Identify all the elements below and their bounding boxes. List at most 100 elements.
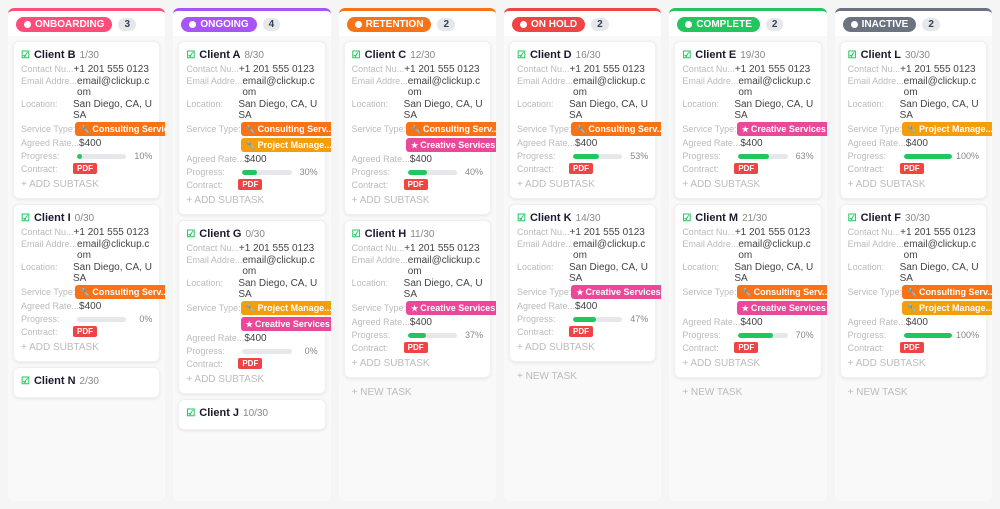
add-subtask-button[interactable]: + ADD SUBTASK	[186, 371, 317, 386]
column-label-onboarding: ONBOARDING	[16, 17, 112, 32]
card-field: Email Addre...email@clickup.com	[186, 76, 317, 98]
card-title-inactive-1: ☑Client F30/30	[848, 212, 979, 224]
column-count-inactive: 2	[922, 18, 940, 31]
card-field: Contact Nu...+1 201 555 0123	[186, 64, 317, 75]
add-subtask-button[interactable]: + ADD SUBTASK	[682, 355, 813, 370]
cards-area-onboarding: ☑Client B1/30 Contact Nu...+1 201 555 012…	[8, 36, 165, 501]
pdf-badge[interactable]: PDF	[734, 163, 758, 174]
service-tag: 🔧Project Manage...	[902, 301, 992, 315]
card-ongoing-2[interactable]: ☑Client J10/30	[178, 399, 325, 430]
card-title-onboarding-0: ☑Client B1/30	[21, 49, 152, 61]
card-field: Agreed Rate...$400	[186, 333, 317, 344]
card-onhold-1[interactable]: ☑Client K14/30Contact Nu...+1 201 555 01…	[509, 204, 656, 362]
column-header-complete: COMPLETE 2	[669, 11, 826, 36]
service-field: Service Type:🔧Consulting Services	[21, 122, 152, 136]
pdf-badge[interactable]: PDF	[404, 179, 428, 190]
card-inactive-0[interactable]: ☑Client L30/30Contact Nu...+1 201 555 01…	[840, 41, 987, 199]
card-title-ongoing-1: ☑Client G0/30	[186, 228, 317, 240]
pdf-badge[interactable]: PDF	[73, 163, 97, 174]
progress-row: Progress:100%	[848, 330, 979, 340]
column-header-onboarding: ONBOARDING3	[8, 11, 165, 36]
pdf-badge[interactable]: PDF	[900, 342, 924, 353]
card-onboarding-1[interactable]: ☑Client I0/30Contact Nu...+1 201 555 012…	[13, 204, 160, 362]
add-subtask-button[interactable]: + ADD SUBTASK	[682, 176, 813, 191]
card-title-complete-1: ☑Client M21/30	[682, 212, 813, 224]
pdf-badge[interactable]: PDF	[569, 326, 593, 337]
new-task-button-inactive[interactable]: + NEW TASK	[840, 383, 987, 402]
card-retention-0[interactable]: ☑Client C12/30Contact Nu...+1 201 555 01…	[344, 41, 491, 215]
add-subtask-button[interactable]: + ADD SUBTASK	[517, 339, 648, 354]
card-onboarding-2[interactable]: ☑Client N2/30	[13, 367, 160, 398]
card-field: Email Addre...email@clickup.com	[848, 76, 979, 98]
new-task-button-complete[interactable]: + NEW TASK	[674, 383, 821, 402]
card-complete-0[interactable]: ☑Client E19/30Contact Nu...+1 201 555 01…	[674, 41, 821, 199]
column-onhold: ON HOLD2☑Client D16/30Contact Nu...+1 20…	[504, 8, 661, 501]
column-ongoing: ONGOING4☑Client A8/30Contact Nu...+1 201…	[173, 8, 330, 501]
card-ongoing-0[interactable]: ☑Client A8/30Contact Nu...+1 201 555 012…	[178, 41, 325, 215]
pdf-badge[interactable]: PDF	[238, 358, 262, 369]
new-task-button-retention[interactable]: + NEW TASK	[344, 383, 491, 402]
add-subtask-button[interactable]: + ADD SUBTASK	[21, 339, 152, 354]
service-tag: 🔧Consulting Serv...	[737, 285, 827, 299]
card-field: Contact Nu...+1 201 555 0123	[517, 227, 648, 238]
card-field: Email Addre...email@clickup.com	[352, 76, 483, 98]
card-inactive-1[interactable]: ☑Client F30/30Contact Nu...+1 201 555 01…	[840, 204, 987, 378]
cards-area-onhold: ☑Client D16/30Contact Nu...+1 201 555 01…	[504, 36, 661, 501]
column-count-retention: 2	[437, 18, 455, 31]
add-subtask-button[interactable]: + ADD SUBTASK	[352, 192, 483, 207]
pdf-badge[interactable]: PDF	[238, 179, 262, 190]
new-task-button-onhold[interactable]: + NEW TASK	[509, 367, 656, 386]
card-title-onboarding-2: ☑Client N2/30	[21, 375, 152, 387]
column-complete: COMPLETE 2 ☑Client E19/30Contact Nu...+1 2…	[669, 8, 826, 501]
contract-row: Contract:PDF	[352, 179, 483, 190]
contract-row: Contract:PDF	[352, 342, 483, 353]
column-count-ongoing: 4	[263, 18, 281, 31]
add-subtask-button[interactable]: + ADD SUBTASK	[848, 355, 979, 370]
card-field: Contact Nu...+1 201 555 0123	[352, 243, 483, 254]
card-onboarding-0[interactable]: ☑Client B1/30 Contact Nu...+1 201 555 012…	[13, 41, 160, 199]
column-label-complete: COMPLETE	[677, 17, 760, 32]
card-field: Location:San Diego, CA, USA	[682, 99, 813, 121]
card-field: Contact Nu...+1 201 555 0123	[352, 64, 483, 75]
pdf-badge[interactable]: PDF	[404, 342, 428, 353]
card-field: Email Addre...email@clickup.com	[848, 239, 979, 261]
service-field: Service Type:🔧Project Manage...★Creative…	[186, 301, 317, 331]
contract-row: Contract:PDF	[21, 163, 152, 174]
card-field: Agreed Rate...$400	[352, 317, 483, 328]
pdf-badge[interactable]: PDF	[73, 326, 97, 337]
cards-area-inactive: ☑Client L30/30Contact Nu...+1 201 555 01…	[835, 36, 992, 501]
card-field: Agreed Rate...$400	[848, 138, 979, 149]
card-title-ongoing-2: ☑Client J10/30	[186, 407, 317, 419]
card-field: Agreed Rate...$400	[21, 138, 152, 149]
card-field: Agreed Rate...$400	[352, 154, 483, 165]
card-onhold-0[interactable]: ☑Client D16/30Contact Nu...+1 201 555 01…	[509, 41, 656, 199]
service-field: Service Type:🔧Consulting Serv...	[21, 285, 152, 299]
service-field: Service Type:★Creative Services	[682, 122, 813, 136]
cards-area-ongoing: ☑Client A8/30Contact Nu...+1 201 555 012…	[173, 36, 330, 501]
service-tag: 🔧Project Manage...	[241, 138, 331, 152]
pdf-badge[interactable]: PDF	[900, 163, 924, 174]
cards-area-complete: ☑Client E19/30Contact Nu...+1 201 555 01…	[669, 36, 826, 501]
pdf-badge[interactable]: PDF	[569, 163, 593, 174]
add-subtask-button[interactable]: + ADD SUBTASK	[186, 192, 317, 207]
column-header-inactive: INACTIVE2	[835, 11, 992, 36]
card-field: Agreed Rate...$400	[21, 301, 152, 312]
card-ongoing-1[interactable]: ☑Client G0/30Contact Nu...+1 201 555 012…	[178, 220, 325, 394]
card-field: Contact Nu...+1 201 555 0123	[21, 64, 152, 75]
card-field: Contact Nu...+1 201 555 0123	[21, 227, 152, 238]
card-title-complete-0: ☑Client E19/30	[682, 49, 813, 61]
column-count-complete: 2	[766, 18, 784, 31]
add-subtask-button[interactable]: + ADD SUBTASK	[21, 176, 152, 191]
add-subtask-button[interactable]: + ADD SUBTASK	[352, 355, 483, 370]
pdf-badge[interactable]: PDF	[734, 342, 758, 353]
card-complete-1[interactable]: ☑Client M21/30Contact Nu...+1 201 555 01…	[674, 204, 821, 378]
add-subtask-button[interactable]: + ADD SUBTASK	[848, 176, 979, 191]
add-subtask-button[interactable]: + ADD SUBTASK	[517, 176, 648, 191]
contract-row: Contract:PDF	[186, 179, 317, 190]
service-tag: 🔧Consulting Serv...	[406, 122, 496, 136]
contract-row: Contract:PDF	[21, 326, 152, 337]
column-retention: RETENTION2☑Client C12/30Contact Nu...+1 …	[339, 8, 496, 501]
progress-row: Progress:0%	[186, 346, 317, 356]
card-retention-1[interactable]: ☑Client H11/30Contact Nu...+1 201 555 01…	[344, 220, 491, 378]
contract-row: Contract:PDF	[848, 163, 979, 174]
